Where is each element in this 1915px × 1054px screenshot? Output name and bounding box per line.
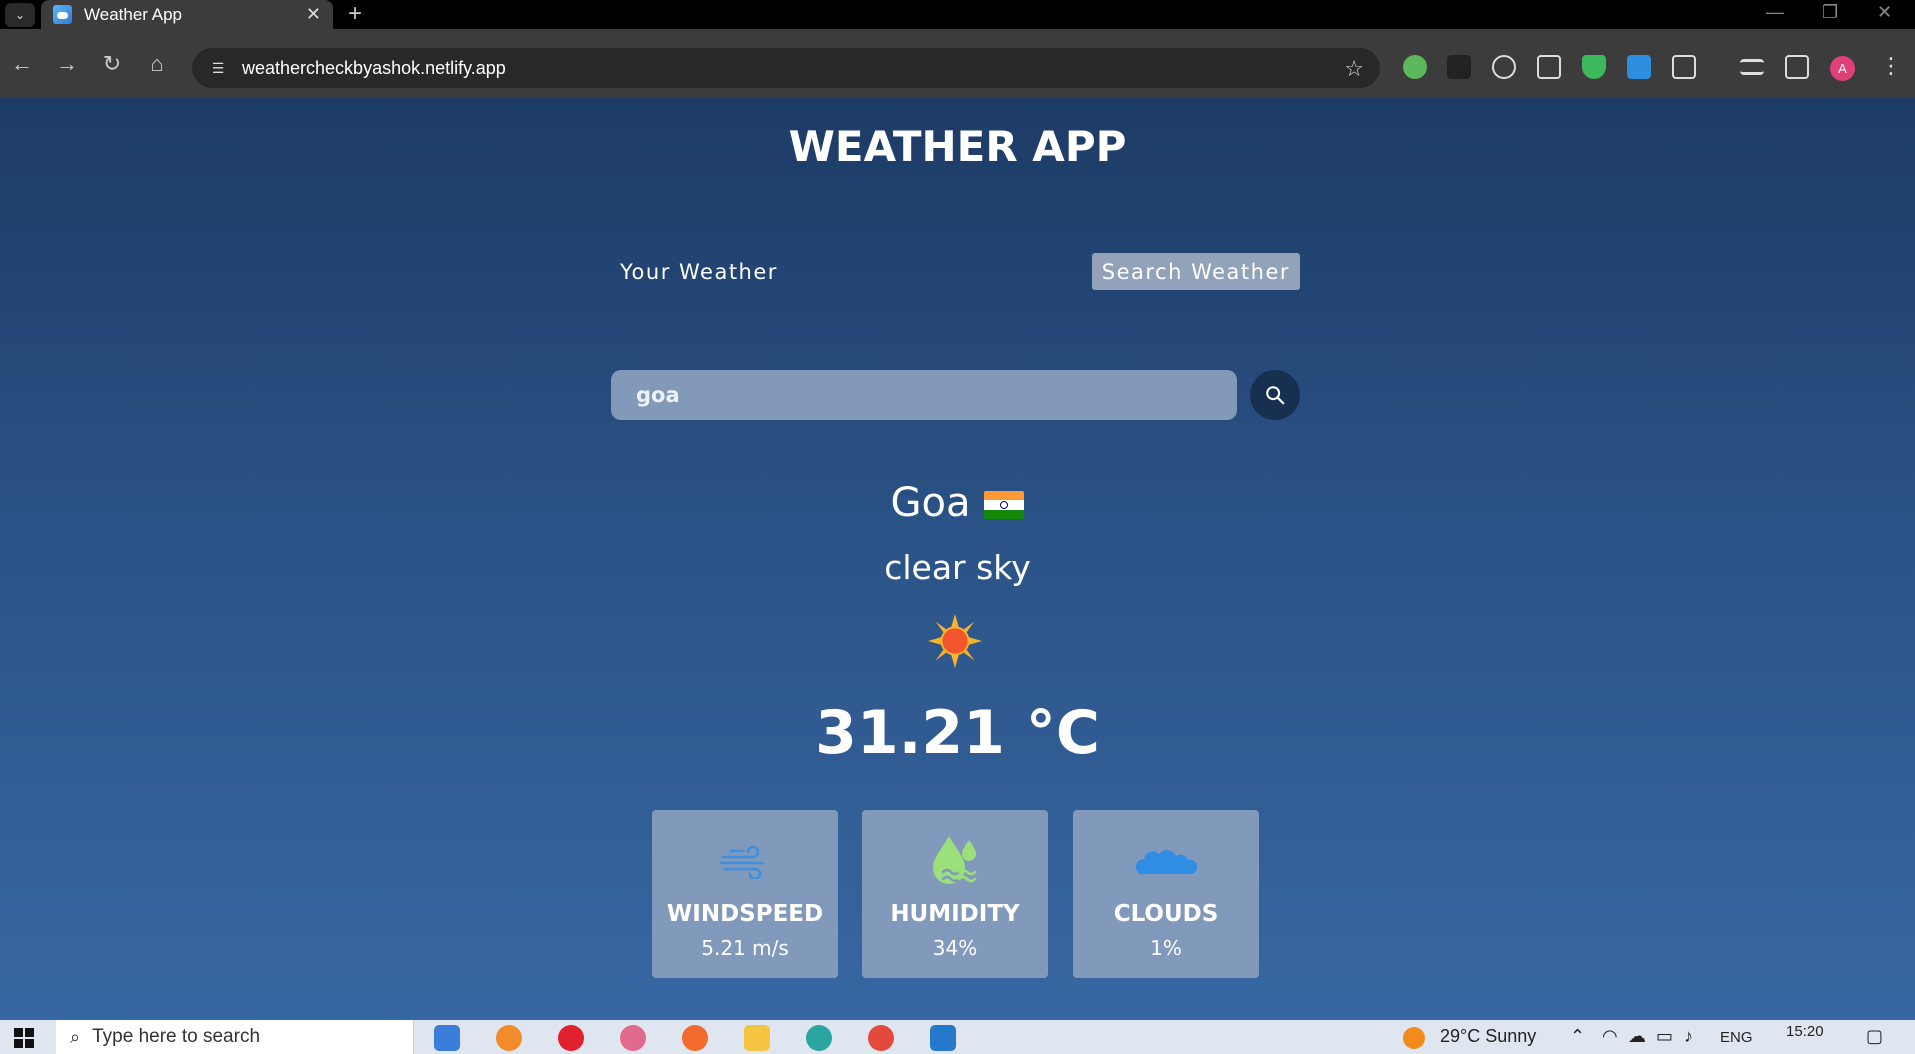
vscode-icon[interactable]	[930, 1025, 956, 1051]
city-search-input[interactable]: goa	[611, 370, 1237, 420]
windspeed-value: 5.21 m/s	[701, 936, 789, 960]
language-indicator[interactable]: ENG	[1720, 1029, 1753, 1046]
chrome-icon[interactable]	[868, 1025, 894, 1051]
tray-chevron-icon[interactable]: ⌃	[1570, 1026, 1585, 1047]
menu-kebab-icon[interactable]: ⋮	[1880, 53, 1902, 79]
browser-tab-strip: ⌄ Weather App ✕ + — ❐ ✕	[0, 0, 1915, 29]
forward-icon[interactable]: →	[54, 51, 80, 77]
weather-description: clear sky	[884, 548, 1031, 587]
app-orange-icon[interactable]	[682, 1025, 708, 1051]
close-window-icon[interactable]: ✕	[1877, 2, 1892, 23]
tab-search-button[interactable]: ⌄	[5, 3, 35, 27]
clock-time[interactable]: 15:20	[1786, 1023, 1824, 1040]
taskbar-search-box[interactable]: ⌕ Type here to search	[56, 1020, 414, 1054]
search-button[interactable]	[1250, 370, 1300, 420]
tab-your-weather[interactable]: Your Weather	[610, 253, 788, 290]
close-tab-icon[interactable]: ✕	[306, 4, 321, 25]
picture-in-picture-icon[interactable]	[1537, 55, 1561, 79]
onedrive-icon[interactable]: ☁	[1628, 1026, 1646, 1047]
browser-tab[interactable]: Weather App ✕	[41, 0, 333, 29]
app-pinwheel-icon[interactable]	[620, 1025, 646, 1051]
minimize-icon[interactable]: —	[1766, 2, 1784, 23]
weather-favicon-icon	[53, 5, 72, 24]
address-bar[interactable]: ☰ weathercheckbyashok.netlify.app ☆	[192, 48, 1380, 88]
edge-icon[interactable]	[806, 1025, 832, 1051]
reload-icon[interactable]: ↻	[99, 51, 125, 77]
tab-title: Weather App	[84, 4, 182, 24]
blender-icon[interactable]	[496, 1025, 522, 1051]
wifi-icon[interactable]: ◠	[1602, 1026, 1618, 1047]
humidity-card: HUMIDITY 34%	[862, 810, 1048, 978]
back-icon[interactable]: ←	[9, 51, 35, 77]
profile-avatar[interactable]: A	[1830, 56, 1855, 81]
notifications-icon[interactable]: ▢	[1866, 1026, 1883, 1047]
puzzle-extensions-icon[interactable]	[1672, 55, 1696, 79]
windspeed-card: WINDSPEED 5.21 m/s	[652, 810, 838, 978]
weather-sun-icon[interactable]	[1403, 1027, 1425, 1049]
restore-icon[interactable]: ❐	[1822, 2, 1838, 23]
tab-search-weather[interactable]: Search Weather	[1091, 253, 1300, 290]
shield-icon[interactable]	[1582, 55, 1606, 79]
extension-dark-icon[interactable]	[1447, 55, 1471, 79]
site-info-icon[interactable]: ☰	[208, 58, 228, 78]
home-icon[interactable]: ⌂	[144, 51, 170, 77]
side-panel-icon[interactable]	[1785, 55, 1809, 79]
mail-app-icon[interactable]	[434, 1025, 460, 1051]
volume-icon[interactable]: ♪	[1684, 1026, 1693, 1047]
weather-tabs: Your Weather Search Weather	[610, 253, 1300, 290]
windspeed-label: WINDSPEED	[666, 901, 824, 927]
windows-taskbar: ⌕ Type here to search 29°C Sunny ⌃ ◠ ☁ ▭…	[0, 1020, 1915, 1054]
bookmark-star-icon[interactable]: ☆	[1344, 56, 1364, 82]
media-controls-icon[interactable]	[1740, 59, 1764, 75]
new-tab-button[interactable]: +	[348, 2, 362, 26]
city-heading: Goa	[0, 480, 1915, 526]
react-devtools-icon[interactable]	[1492, 55, 1516, 79]
sun-icon	[927, 613, 983, 669]
clouds-label: CLOUDS	[1113, 901, 1219, 927]
opera-icon[interactable]	[558, 1025, 584, 1051]
search-icon	[1266, 386, 1285, 405]
taskbar-search-placeholder: Type here to search	[92, 1026, 261, 1047]
humidity-label: HUMIDITY	[890, 901, 1020, 927]
taskbar-weather[interactable]: 29°C Sunny	[1440, 1026, 1536, 1047]
url-text[interactable]: weathercheckbyashok.netlify.app	[242, 58, 506, 79]
city-name: Goa	[890, 480, 971, 526]
app-title: WEATHER APP	[788, 122, 1127, 171]
india-flag-icon	[984, 491, 1025, 519]
file-explorer-icon[interactable]	[744, 1025, 770, 1051]
battery-icon[interactable]: ▭	[1656, 1026, 1673, 1047]
wind-icon	[719, 845, 765, 879]
cloud-icon	[1135, 850, 1198, 874]
extension-blue-icon[interactable]	[1627, 55, 1651, 79]
humidity-icon	[933, 836, 977, 884]
windows-start-icon[interactable]	[14, 1028, 34, 1048]
weather-app-page: WEATHER APP Your Weather Search Weather …	[0, 98, 1915, 1020]
weather-details: WINDSPEED 5.21 m/s HUMIDITY 34% CLOUDS 1…	[652, 810, 1259, 978]
extension-add-icon[interactable]	[1403, 55, 1427, 79]
humidity-value: 34%	[932, 936, 978, 960]
clouds-card: CLOUDS 1%	[1073, 810, 1259, 978]
browser-toolbar: ← → ↻ ⌂ ☰ weathercheckbyashok.netlify.ap…	[0, 29, 1915, 98]
search-icon: ⌕	[70, 1026, 81, 1047]
temperature-value: 31.21 °C	[815, 698, 1100, 768]
clouds-value: 1%	[1150, 936, 1182, 960]
